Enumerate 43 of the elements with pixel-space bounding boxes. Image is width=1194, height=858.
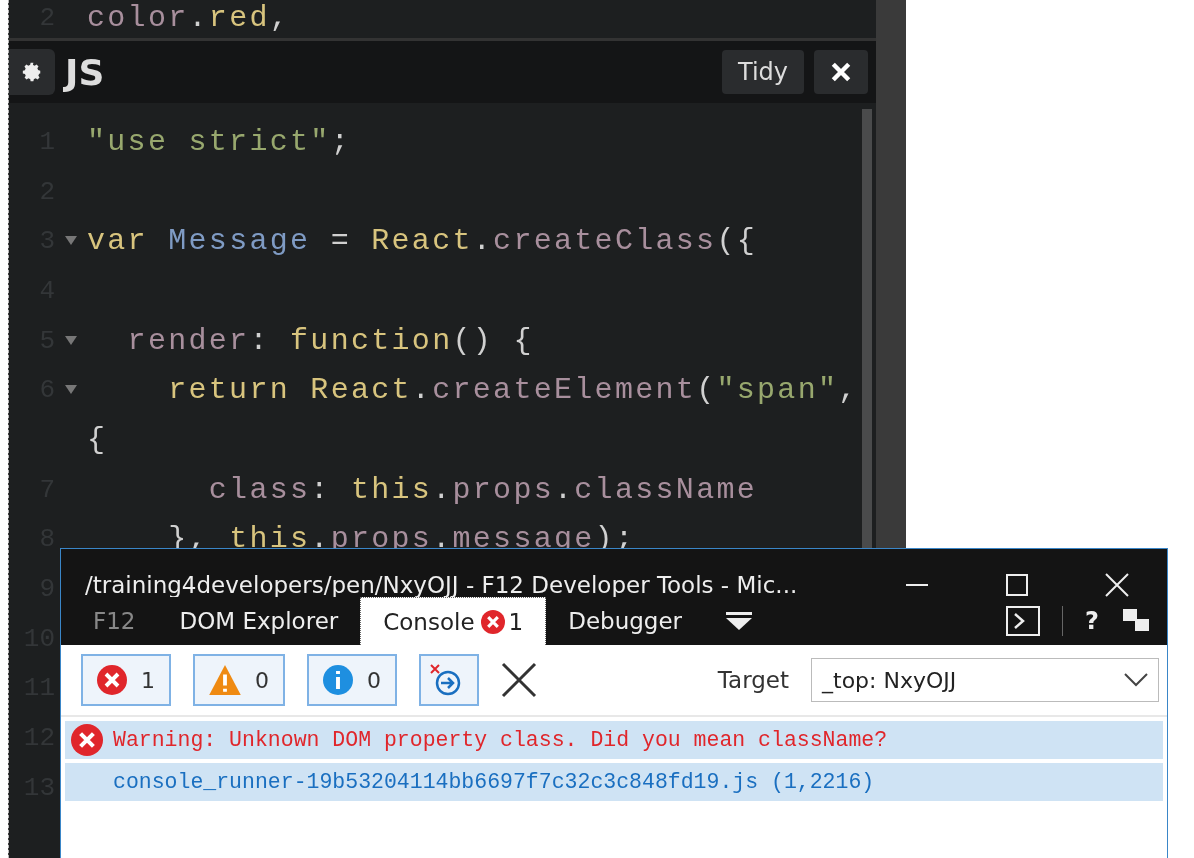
tab[interactable]: Console 1 [360, 597, 547, 645]
tab[interactable]: DOM Explorer [157, 597, 361, 645]
close-icon[interactable] [1105, 573, 1129, 597]
panel-title: JS [65, 51, 106, 93]
fold-arrow-icon[interactable] [65, 335, 77, 346]
target-label: Target [717, 667, 789, 693]
error-icon [97, 665, 127, 695]
info-icon [323, 665, 353, 695]
code-line: var Message = React.createClass({ [87, 224, 758, 259]
filter-button[interactable]: 0 [193, 654, 285, 706]
source-link[interactable]: console_runner-19b53204114bb6697f7c32c3c848fd19.js (1,2216) [65, 763, 1163, 801]
close-button[interactable] [814, 50, 868, 94]
code-line: class: this.props.className [207, 472, 758, 507]
fold-arrow-icon[interactable] [65, 385, 77, 396]
warning-icon [209, 665, 241, 695]
code-line: color.red, [87, 1, 291, 35]
clear-icon [501, 662, 537, 698]
message-text: Warning: Unknown DOM property class. Did you mean className? [113, 728, 888, 752]
settings-icon [21, 61, 43, 83]
filter-button[interactable]: 1 [81, 654, 171, 706]
tab[interactable]: Debugger [546, 597, 705, 645]
error-icon [71, 724, 103, 756]
window-title: /training4developers/pen/NxyOJJ - F12 Developer Tools - Mic... [85, 572, 799, 598]
settings-button[interactable] [9, 49, 55, 95]
code-line: { [87, 422, 108, 457]
error-icon [480, 609, 505, 634]
clear-on-navigate-icon [429, 663, 463, 697]
clear-on-navigate-button[interactable] [419, 654, 479, 706]
code-line: "use strict"; [87, 124, 351, 159]
maximize-icon[interactable] [1006, 574, 1028, 596]
code-line: return React.createElement("span", [167, 373, 859, 408]
close-icon [830, 61, 852, 83]
clear-button[interactable] [501, 662, 537, 698]
console-icon[interactable] [1006, 606, 1041, 636]
code-line: render: function() { [126, 323, 534, 358]
tidy-button[interactable]: Tidy [721, 50, 804, 94]
target-dropdown[interactable]: _top: NxyOJJ [811, 658, 1159, 702]
filter-button[interactable]: 0 [307, 654, 397, 706]
chevron-down-icon [726, 612, 753, 630]
error-count: 1 [508, 608, 524, 635]
fold-arrow-icon[interactable] [65, 236, 77, 247]
help-button[interactable]: ? [1085, 607, 1099, 635]
chevron-down-icon [1124, 673, 1148, 687]
